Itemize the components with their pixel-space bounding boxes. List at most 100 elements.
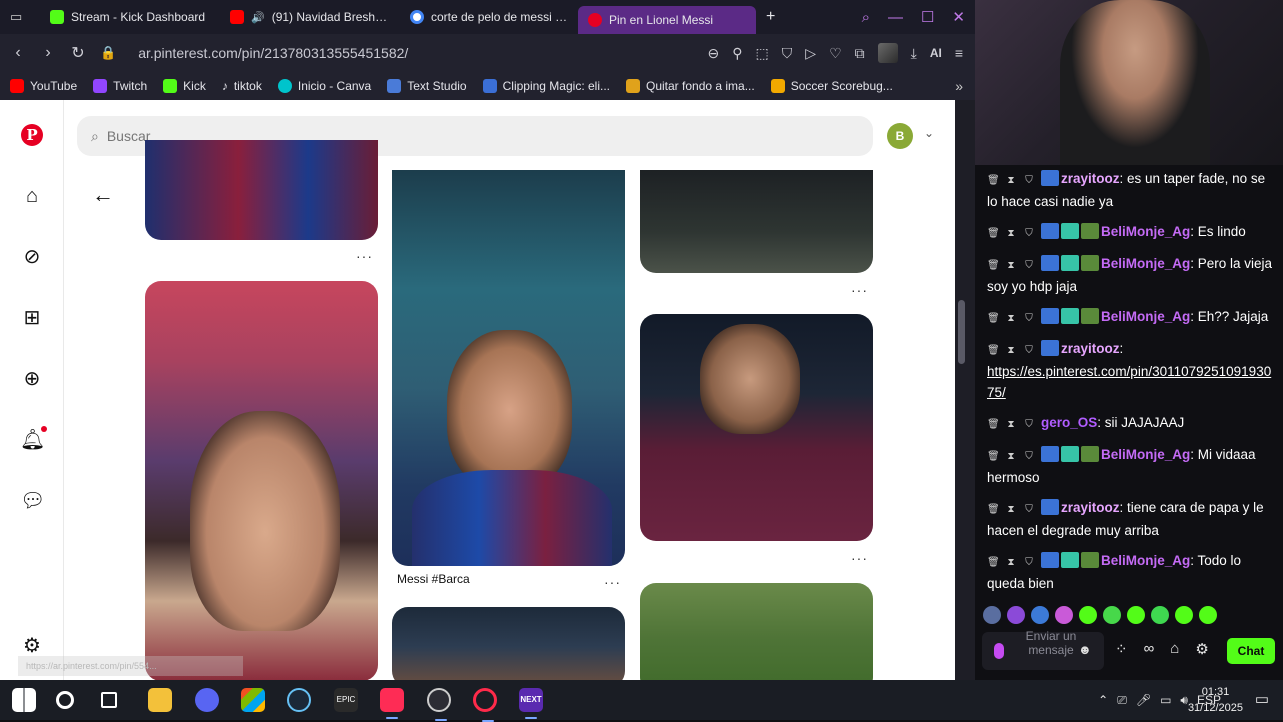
play-icon[interactable]: ▷ [805,45,816,62]
epic-games-icon[interactable]: EPIC [334,688,358,712]
delete-icon[interactable]: 🗑︎ [987,499,1000,520]
address-bar[interactable]: ar.pinterest.com/pin/213780313555451582/ [138,45,408,61]
messages-icon[interactable]: 💬︎ [20,489,45,513]
network-icon[interactable]: ▭ [1160,693,1171,707]
timeout-icon[interactable]: ⧗ [1005,499,1017,520]
emote-icon[interactable] [1175,606,1193,624]
extensions-icon[interactable]: ⧉ [855,45,865,62]
bookmark-soccer-scorebug[interactable]: Soccer Scorebug... [770,79,893,93]
pin-icon[interactable]: ⚲ [732,45,742,62]
close-icon[interactable]: ✕ [952,8,965,26]
chat-username[interactable]: BeliMonje_Ag [1101,553,1190,568]
emote-icon[interactable] [1151,606,1169,624]
reload-icon[interactable]: ↻ [70,43,86,63]
pin-image[interactable] [640,314,873,541]
bookmarks-more-icon[interactable]: » [955,78,963,94]
pin-image[interactable] [145,281,378,680]
delete-icon[interactable]: 🗑︎ [987,414,1000,435]
store-icon[interactable] [241,688,265,712]
bookmark-quitar-fondo[interactable]: Quitar fondo a ima... [626,79,755,93]
search-icon[interactable] [56,691,74,709]
discord-icon[interactable] [195,688,219,712]
timeout-icon[interactable]: ⧗ [1005,552,1017,573]
zoom-icon[interactable]: ⊖ [708,45,720,62]
emote-icon[interactable] [1103,606,1121,624]
pin-image[interactable] [392,607,625,680]
explore-icon[interactable]: ⊘ [20,245,44,269]
chevron-up-icon[interactable]: ⌃ [1098,693,1108,707]
bookmark-text-studio[interactable]: Text Studio [387,79,467,93]
forward-icon[interactable]: › [40,44,56,62]
next-app-icon[interactable]: NEXT [519,688,543,719]
page-scrollbar[interactable] [955,100,975,680]
back-icon[interactable]: ‹ [10,44,26,62]
tab-youtube[interactable]: 🔊 (91) Navidad Bresh | D [220,0,400,34]
chat-username[interactable]: zrayitooz [1061,171,1120,186]
delete-icon[interactable]: 🗑︎ [987,446,1000,467]
tab-kick-dashboard[interactable]: Stream - Kick Dashboard [40,0,220,34]
mic-icon[interactable]: 🎤︎ [1136,693,1151,707]
camera-icon[interactable]: ⎚ [1117,693,1127,708]
clock[interactable]: 01:31 31/12/2025 [1188,684,1243,716]
pin-image[interactable] [640,170,873,273]
pin-more-button[interactable]: ··· [356,248,373,264]
site-info-icon[interactable]: 🔒 [100,45,116,61]
delete-icon[interactable]: 🗑︎ [987,255,1000,276]
download-icon[interactable]: ⤓ [911,45,917,62]
boards-icon[interactable]: ⊞ [20,306,44,330]
search-icon[interactable]: ⌕ [862,9,870,26]
menu-icon[interactable]: ≡ [955,45,963,61]
file-explorer-icon[interactable] [148,688,172,712]
bookmark-tiktok[interactable]: ♪ tiktok [222,79,262,93]
profile-avatar[interactable] [877,43,898,63]
pin-image[interactable] [145,140,378,240]
ban-icon[interactable]: ⛉ [1023,552,1035,573]
task-view-icon[interactable] [101,692,117,708]
tab-pinterest[interactable]: Pin en Lionel Messi [578,6,756,34]
ban-icon[interactable]: ⛉ [1023,255,1035,276]
chat-send-button[interactable]: Chat [1227,638,1275,664]
emote-icon[interactable] [1055,606,1073,624]
avatar[interactable]: B [887,123,913,149]
settings-icon[interactable]: ⚙ [20,634,44,658]
chat-username[interactable]: BeliMonje_Ag [1101,256,1190,271]
timeout-icon[interactable]: ⧗ [1005,340,1017,361]
screenshot-icon[interactable]: ⬚ [756,45,769,62]
maximize-icon[interactable]: ☐ [921,8,934,26]
timeout-icon[interactable]: ⧗ [1005,170,1017,191]
chat-settings-icon[interactable]: ⚙ [1195,640,1208,658]
delete-icon[interactable]: 🗑︎ [987,170,1000,191]
pin-more-button[interactable]: ··· [851,282,868,298]
ban-icon[interactable]: ⛉ [1023,499,1035,520]
timeout-icon[interactable]: ⧗ [1005,255,1017,276]
bookmark-kick[interactable]: Kick [163,79,206,93]
emote-icon[interactable] [1007,606,1025,624]
emote-icon[interactable] [1199,606,1217,624]
ban-icon[interactable]: ⛉ [1023,340,1035,361]
pinterest-logo[interactable]: P [21,124,43,146]
timeout-icon[interactable]: ⧗ [1005,308,1017,329]
points-icon[interactable]: ⁘ [1115,640,1128,658]
chat-username[interactable]: BeliMonje_Ag [1101,309,1190,324]
back-arrow-icon[interactable]: ← [92,182,114,208]
chevron-down-icon[interactable]: ⌄ [924,126,934,140]
timeout-icon[interactable]: ⧗ [1005,414,1017,435]
new-tab-button[interactable]: + [756,0,782,34]
emote-icon[interactable] [1031,606,1049,624]
emote-icon[interactable] [983,606,1001,624]
ban-icon[interactable]: ⛉ [1023,308,1035,329]
volume-icon[interactable]: 🔊︎ [1180,693,1188,708]
bookmark-youtube[interactable]: YouTube [10,79,77,93]
mic-icon[interactable] [994,643,1004,659]
pin-image[interactable] [640,583,873,680]
ai-button[interactable]: AI [930,46,942,60]
chat-username[interactable]: zrayitooz [1061,500,1120,515]
chat-username[interactable]: BeliMonje_Ag [1101,224,1190,239]
pin-more-button[interactable]: ··· [604,574,621,590]
tab-google-search[interactable]: corte de pelo de messi - B [400,0,578,34]
notifications-icon[interactable]: 🔔︎ [20,428,45,452]
delete-icon[interactable]: 🗑︎ [987,340,1000,361]
chat-username[interactable]: zrayitooz [1061,341,1120,356]
pin-title[interactable]: Messi #Barca [397,572,470,586]
emote-icon[interactable] [1127,606,1145,624]
